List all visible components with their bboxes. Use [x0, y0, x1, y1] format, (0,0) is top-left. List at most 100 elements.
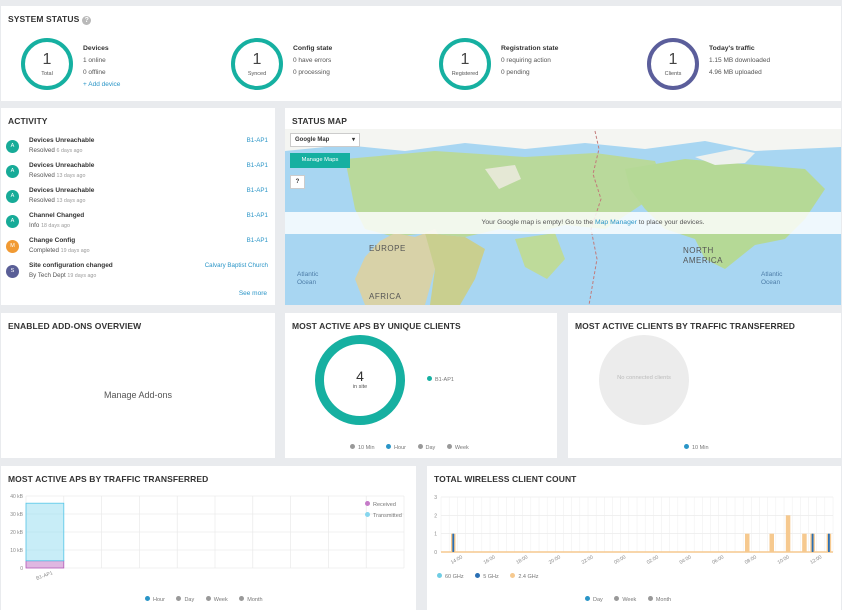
- bar-24ghz: [769, 533, 774, 552]
- x-tick-label: 00:00: [613, 554, 627, 566]
- legend-swatch-icon: [365, 501, 370, 506]
- addons-panel: ENABLED ADD-ONS OVERVIEW Manage Add-ons: [1, 313, 275, 458]
- range-week[interactable]: Week: [437, 444, 469, 451]
- bar-24ghz: [802, 533, 807, 552]
- legend-24ghz[interactable]: 2.4 GHz: [500, 573, 539, 580]
- activity-target-link[interactable]: B1-AP1: [247, 162, 268, 169]
- alert-badge-icon: A: [6, 140, 19, 153]
- manage-maps-button[interactable]: Manage Maps: [290, 153, 350, 168]
- range-month[interactable]: Month: [229, 596, 263, 603]
- aps-unique-title: MOST ACTIVE APS BY UNIQUE CLIENTS: [292, 321, 461, 331]
- devices-card: 1 Total Devices 1 online 0 offline + Add dev…: [5, 35, 205, 97]
- add-device-link[interactable]: + Add device: [83, 81, 120, 88]
- devices-info: Devices 1 online 0 offline + Add device: [83, 45, 121, 88]
- range-selector: Hour Day Week Month: [135, 596, 263, 603]
- config-ring: 1 Synced: [231, 38, 283, 90]
- activity-target-link[interactable]: B1-AP1: [247, 237, 268, 244]
- config-state-card: 1 Synced Config state 0 have errors 0 proce…: [215, 35, 415, 97]
- range-hour[interactable]: Hour: [135, 596, 165, 603]
- y-tick-label: 0: [20, 566, 23, 572]
- range-selector: Day Week Month: [575, 596, 671, 603]
- system-status-title: SYSTEM STATUS?: [8, 14, 92, 25]
- donut-legend-item[interactable]: B1-AP1: [427, 376, 454, 383]
- bar-transmitted: [25, 502, 65, 562]
- aps-unique-donut[interactable]: 4 in site: [315, 335, 405, 425]
- y-tick-label: 40 kB: [10, 494, 23, 500]
- wireless-legend: 60 GHz 5 GHz 2.4 GHz: [427, 573, 539, 580]
- clients-ring: 1 Clients: [647, 38, 699, 90]
- legend-5ghz[interactable]: 5 GHz: [465, 573, 499, 580]
- clients-traffic-title: MOST ACTIVE CLIENTS BY TRAFFIC TRANSFERR…: [575, 321, 796, 331]
- activity-title: ACTIVITY: [8, 116, 48, 126]
- empty-clients-text: No connected clients: [617, 375, 671, 381]
- y-tick-label: 3: [434, 495, 437, 501]
- status-map-panel: STATUS MAP Google Map ▾ Manage Maps ? You…: [285, 108, 841, 305]
- range-week[interactable]: Week: [196, 596, 228, 603]
- legend-received[interactable]: Received: [365, 501, 396, 508]
- x-tick-label: 06:00: [711, 554, 725, 566]
- map-manager-link[interactable]: Map Manager: [595, 219, 637, 226]
- activity-item[interactable]: A Devices Unreachable Resolved 6 days ago B…: [6, 136, 268, 158]
- activity-target-link[interactable]: B1-AP1: [247, 137, 268, 144]
- config-info: Config state 0 have errors 0 processing: [293, 45, 333, 76]
- system-status-panel: SYSTEM STATUS? 1 Total Devices 1 online 0 o…: [1, 6, 841, 101]
- range-month[interactable]: Month: [638, 596, 671, 603]
- x-tick-label: 08:00: [744, 554, 758, 566]
- site-badge-icon: S: [6, 265, 19, 278]
- range-10min[interactable]: 10 Min: [340, 444, 375, 451]
- status-map-title: STATUS MAP: [292, 116, 347, 126]
- x-tick-label: 12:00: [809, 554, 823, 566]
- manager-badge-icon: M: [6, 240, 19, 253]
- activity-item[interactable]: A Devices Unreachable Resolved 13 days ago…: [6, 161, 268, 183]
- x-tick-label: 18:00: [515, 554, 529, 566]
- empty-clients-circle: No connected clients: [599, 335, 689, 425]
- map-label-africa: AFRICA: [369, 292, 402, 301]
- activity-target-link[interactable]: B1-AP1: [247, 212, 268, 219]
- traffic-card: 1 Clients Today's traffic 1.15 MB download…: [631, 35, 831, 97]
- map-label-europe: EUROPE: [369, 244, 406, 253]
- addons-title: ENABLED ADD-ONS OVERVIEW: [8, 321, 142, 331]
- caret-down-icon: ▾: [351, 137, 355, 143]
- y-tick-label: 1: [434, 532, 437, 538]
- aps-unique-panel: MOST ACTIVE APS BY UNIQUE CLIENTS 4 in s…: [285, 313, 557, 458]
- wireless-panel: TOTAL WIRELESS CLIENT COUNT 0 1 2 3 14:00 16:…: [427, 466, 841, 610]
- donut-center-value: 4: [356, 368, 364, 384]
- manage-addons-link[interactable]: Manage Add-ons: [1, 390, 275, 400]
- registration-info: Registration state 0 requiring action 0 pe…: [501, 45, 559, 76]
- range-week[interactable]: Week: [604, 596, 636, 603]
- range-day[interactable]: Day: [408, 444, 435, 451]
- x-tick-label: 20:00: [548, 554, 562, 566]
- alert-badge-icon: A: [6, 165, 19, 178]
- range-hour[interactable]: Hour: [376, 444, 406, 451]
- help-icon[interactable]: ?: [82, 16, 92, 25]
- x-tick-label: 14:00: [450, 554, 464, 566]
- x-tick-label: 04:00: [679, 554, 693, 566]
- traffic-info: Today's traffic 1.15 MB downloaded 4.96 MB…: [709, 45, 771, 76]
- map-type-select[interactable]: Google Map ▾: [290, 133, 360, 147]
- y-tick-label: 2: [434, 513, 437, 519]
- activity-target-link[interactable]: Calvary Baptist Church: [205, 262, 268, 269]
- map-label-north-america: NORTH AMERICA: [683, 246, 723, 265]
- registration-ring: 1 Registered: [439, 38, 491, 90]
- range-10min[interactable]: 10 Min: [674, 444, 709, 451]
- x-tick-label: 02:00: [646, 554, 660, 566]
- activity-target-link[interactable]: B1-AP1: [247, 187, 268, 194]
- see-more-link[interactable]: See more: [239, 290, 267, 297]
- legend-dot-icon: [427, 376, 432, 381]
- alert-badge-icon: A: [6, 215, 19, 228]
- x-tick-label: 10:00: [777, 554, 791, 566]
- y-tick-label: 20 kB: [10, 530, 23, 536]
- bar-24ghz: [745, 533, 750, 552]
- activity-item[interactable]: A Devices Unreachable Resolved 13 days ago…: [6, 186, 268, 208]
- range-day[interactable]: Day: [166, 596, 194, 603]
- bar-24ghz: [785, 515, 791, 552]
- range-day[interactable]: Day: [575, 596, 603, 603]
- legend-transmitted[interactable]: Transmitted: [365, 512, 402, 519]
- alert-badge-icon: A: [6, 190, 19, 203]
- activity-item[interactable]: S Site configuration changed By Tech Dept …: [6, 261, 268, 283]
- map-help-button[interactable]: ?: [290, 175, 305, 189]
- activity-item[interactable]: A Channel Changed Info 18 days ago B1-AP1: [6, 211, 268, 233]
- x-tick-label: 16:00: [483, 554, 497, 566]
- activity-item[interactable]: M Change Config Completed 19 days ago B1-AP…: [6, 236, 268, 258]
- legend-60ghz[interactable]: 60 GHz: [427, 573, 464, 580]
